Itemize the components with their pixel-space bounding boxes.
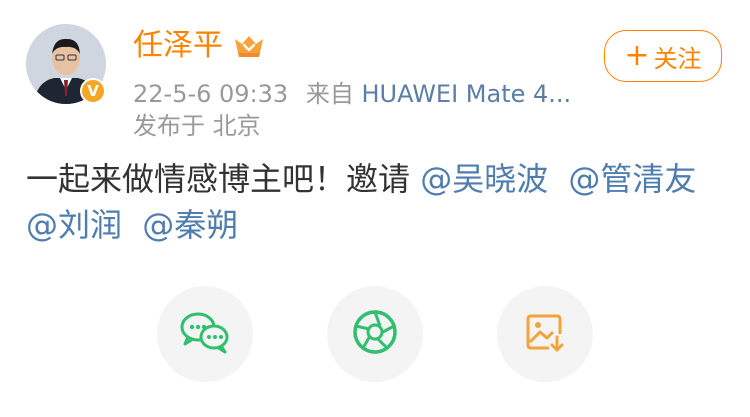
post-time: 22-5-6 09:33 — [133, 80, 289, 108]
post-text: 一起来做情感博主吧！邀请 — [26, 160, 411, 198]
follow-button[interactable]: + 关注 — [604, 30, 722, 82]
verified-badge-icon: V — [80, 78, 106, 104]
post-content: 一起来做情感博主吧！邀请 @吴晓波 @管清友 @刘润 @秦朔 — [26, 156, 716, 248]
mention-link[interactable]: @秦朔 — [142, 206, 238, 244]
source-prefix: 来自 — [305, 80, 354, 108]
save-image-button[interactable] — [497, 286, 593, 382]
share-moments-button[interactable] — [327, 286, 423, 382]
vip-member-icon[interactable] — [233, 33, 265, 63]
mention-link[interactable]: @吴晓波 — [420, 160, 548, 198]
mention-link[interactable]: @刘润 — [26, 206, 122, 244]
save-image-icon — [523, 310, 567, 358]
wechat-icon — [179, 310, 231, 358]
mention-link[interactable]: @管清友 — [568, 160, 696, 198]
source-device-link[interactable]: HUAWEI Mate 4... — [361, 80, 571, 108]
moments-icon — [351, 308, 399, 360]
share-wechat-button[interactable] — [157, 286, 253, 382]
plus-icon: + — [624, 38, 650, 73]
follow-label: 关注 — [653, 44, 702, 73]
post-location: 发布于 北京 — [133, 112, 261, 140]
username[interactable]: 任泽平 — [133, 28, 223, 64]
post-meta: 22-5-6 09:33 来自 HUAWEI Mate 4... — [133, 80, 571, 108]
